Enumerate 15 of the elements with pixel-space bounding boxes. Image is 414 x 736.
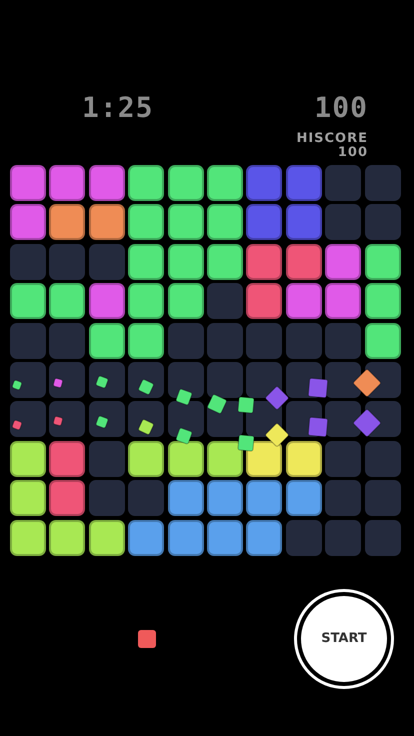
- falling-block: [95, 415, 109, 429]
- start-button[interactable]: START: [301, 596, 387, 682]
- falling-block: [11, 379, 23, 391]
- hiscore-value: 100: [338, 146, 368, 160]
- falling-block: [52, 378, 64, 388]
- hiscore-label: HISCORE: [296, 132, 368, 146]
- falling-block: [175, 427, 193, 445]
- timer: 1:25: [82, 94, 154, 126]
- falling-block: [11, 419, 23, 431]
- falling-block: [175, 388, 193, 406]
- falling-block: [95, 375, 109, 389]
- falling-block: [138, 418, 154, 436]
- falling-block: [138, 378, 154, 396]
- falling-block: [52, 416, 64, 426]
- score: 100: [314, 94, 368, 122]
